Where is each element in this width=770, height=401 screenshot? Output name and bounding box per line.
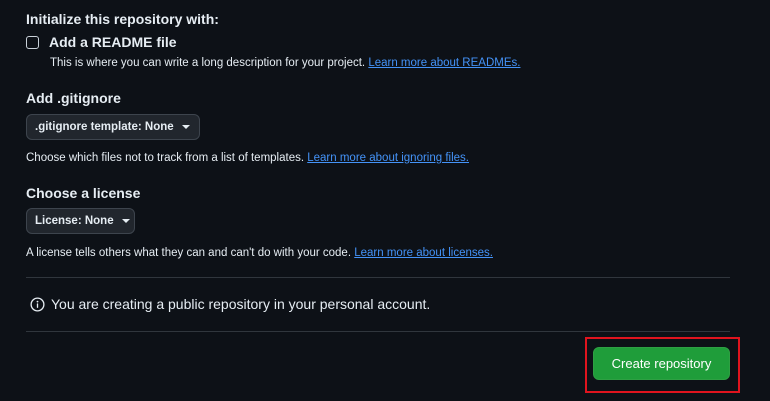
readme-help-text: This is where you can write a long descr…	[50, 57, 366, 69]
create-repository-label: Create repository	[611, 356, 712, 371]
readme-learn-more-link[interactable]: Learn more about READMEs.	[368, 57, 520, 69]
license-help: A license tells others what they can and…	[26, 245, 493, 261]
license-learn-more-link[interactable]: Learn more about licenses.	[354, 247, 493, 259]
readme-checkbox[interactable]	[26, 35, 39, 49]
license-dropdown-label: License: None	[35, 215, 114, 227]
chevron-down-icon	[121, 219, 130, 223]
license-heading: Choose a license	[26, 185, 141, 201]
gitignore-help-text: Choose which files not to track from a l…	[26, 152, 305, 164]
gitignore-template-dropdown[interactable]: .gitignore template: None	[26, 114, 200, 140]
license-help-text: A license tells others what they can and…	[26, 247, 352, 259]
visibility-notice-text: You are creating a public repository in …	[51, 296, 431, 312]
readme-option[interactable]: Add a README file	[26, 34, 177, 50]
readme-help: This is where you can write a long descr…	[50, 55, 520, 71]
readme-label: Add a README file	[49, 34, 177, 50]
info-icon	[30, 296, 45, 312]
visibility-notice: You are creating a public repository in …	[30, 296, 430, 312]
gitignore-learn-more-link[interactable]: Learn more about ignoring files.	[307, 152, 469, 164]
init-heading: Initialize this repository with:	[26, 11, 219, 27]
gitignore-dropdown-label: .gitignore template: None	[35, 121, 174, 133]
gitignore-heading: Add .gitignore	[26, 90, 121, 106]
gitignore-help: Choose which files not to track from a l…	[26, 150, 469, 166]
repo-init-form: Initialize this repository with: Add a R…	[0, 0, 770, 401]
license-dropdown[interactable]: License: None	[26, 208, 135, 234]
create-repository-button[interactable]: Create repository	[593, 347, 730, 380]
divider-top	[26, 277, 730, 278]
divider-bottom	[26, 331, 730, 332]
chevron-down-icon	[181, 125, 190, 129]
